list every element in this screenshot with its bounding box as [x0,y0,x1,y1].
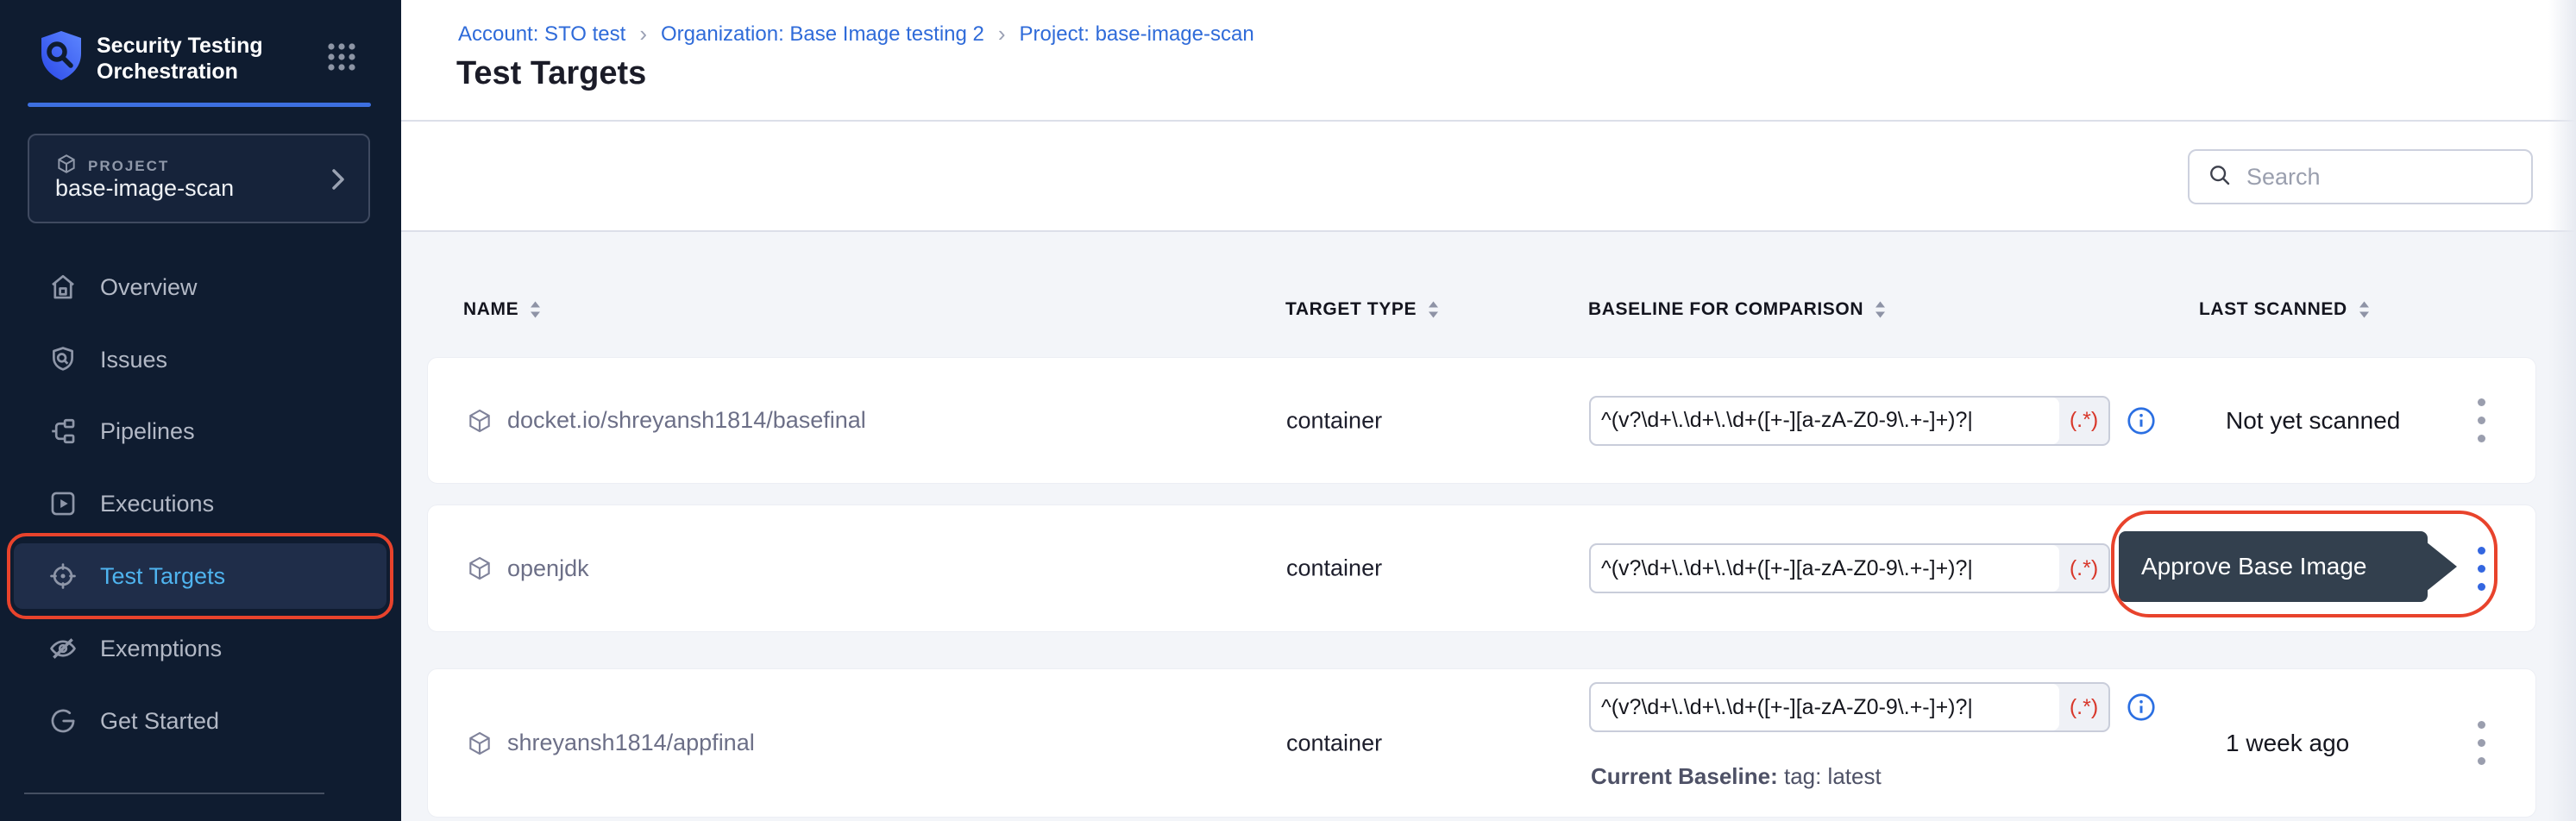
pipelines-icon [48,417,78,446]
sidebar-item-pipelines[interactable]: Pipelines [14,398,386,464]
regex-badge: (.*) [2059,684,2108,730]
shield-search-icon [48,345,78,374]
row-menu-button[interactable] [2462,712,2500,774]
app-title: Security Testing Orchestration [97,33,304,85]
column-header-last-scanned[interactable]: LAST SCANNED [2199,299,2371,320]
sto-shield-logo-icon [36,29,86,91]
last-scanned-cell: 1 week ago [2226,730,2349,757]
sidebar-item-executions[interactable]: Executions [14,471,386,536]
sidebar-item-test-targets[interactable]: Test Targets [14,543,386,609]
module-accent-line [28,103,371,107]
baseline-regex-input[interactable] [1591,398,2059,444]
sidebar-item-issues[interactable]: Issues [14,327,386,392]
eye-off-icon [48,634,78,663]
row-menu-button[interactable] [2462,537,2500,599]
sto-test-targets-page: Security Testing Orchestration PROJECT b… [0,0,2576,821]
cube-icon [466,407,493,435]
target-name-cell: shreyansh1814/appfinal [466,730,755,757]
tooltip-arrow [2426,542,2457,592]
regex-badge: (.*) [2059,398,2108,444]
approve-base-image-tooltip: Approve Base Image [2119,531,2428,602]
get-started-icon [48,706,78,736]
baseline-regex-input[interactable] [1591,684,2059,730]
cube-icon [466,555,493,582]
cube-icon [466,730,493,757]
page-header: Account: STO test › Organization: Base I… [401,0,2576,122]
project-name: base-image-scan [55,175,234,202]
column-header-name[interactable]: NAME [463,299,542,320]
baseline-cell: (.*) Current Baseline: tag: latest [1589,682,2110,732]
breadcrumb-organization[interactable]: Organization: Base Image testing 2 [661,22,984,47]
info-icon[interactable] [2126,692,2157,727]
baseline-cell: (.*) [1589,543,2110,593]
target-type-cell: container [1286,555,1382,582]
column-header-baseline[interactable]: BASELINE FOR COMPARISON [1588,299,1887,320]
sort-icon [1427,300,1440,319]
target-type-cell: container [1286,730,1382,756]
sidebar-divider [24,793,324,794]
baseline-cell: (.*) [1589,396,2110,446]
sort-icon [529,300,542,319]
sort-icon [1874,300,1887,319]
baseline-regex-group: (.*) [1589,396,2110,446]
play-box-icon [48,489,78,518]
search-icon [2207,162,2233,192]
sidebar-item-overview[interactable]: Overview [14,254,386,320]
breadcrumb-account[interactable]: Account: STO test [458,22,625,47]
sidebar-item-get-started[interactable]: Get Started [14,688,386,754]
current-baseline-text: Current Baseline: tag: latest [1591,763,1882,790]
sidebar-item-exemptions[interactable]: Exemptions [14,616,386,681]
table-row-basefinal: docket.io/shreyansh1814/basefinal contai… [427,357,2536,484]
chevron-right-icon [329,166,348,197]
page-title: Test Targets [456,55,646,92]
breadcrumb-separator: › [639,21,647,47]
column-header-target-type[interactable]: TARGET TYPE [1285,299,1440,320]
test-targets-table: NAME TARGET TYPE BASELINE FOR COMPARISON… [401,232,2576,821]
info-icon[interactable] [2126,405,2157,441]
row-menu-button[interactable] [2462,390,2500,452]
breadcrumb-separator: › [998,21,1006,47]
project-selector[interactable]: PROJECT base-image-scan [28,134,370,223]
breadcrumb: Account: STO test › Organization: Base I… [458,21,1254,47]
table-row-appfinal: shreyansh1814/appfinal container (.*) Cu… [427,668,2536,818]
last-scanned-cell: Not yet scanned [2226,407,2400,435]
baseline-regex-group: (.*) [1589,682,2110,732]
regex-badge: (.*) [2059,545,2108,592]
project-label: PROJECT [88,158,169,175]
baseline-regex-group: (.*) [1589,543,2110,593]
target-type-cell: container [1286,407,1382,434]
sort-icon [2358,300,2371,319]
baseline-regex-input[interactable] [1591,545,2059,592]
target-icon [48,561,78,591]
target-name-cell: docket.io/shreyansh1814/basefinal [466,407,866,435]
search-input[interactable] [2246,164,2505,191]
target-name-cell: openjdk [466,555,589,582]
module-grid-icon[interactable] [326,41,357,77]
toolbar [401,123,2576,232]
breadcrumb-project[interactable]: Project: base-image-scan [1020,22,1254,47]
home-icon [48,273,78,302]
sidebar: Security Testing Orchestration PROJECT b… [0,0,401,821]
search-box[interactable] [2188,149,2533,204]
